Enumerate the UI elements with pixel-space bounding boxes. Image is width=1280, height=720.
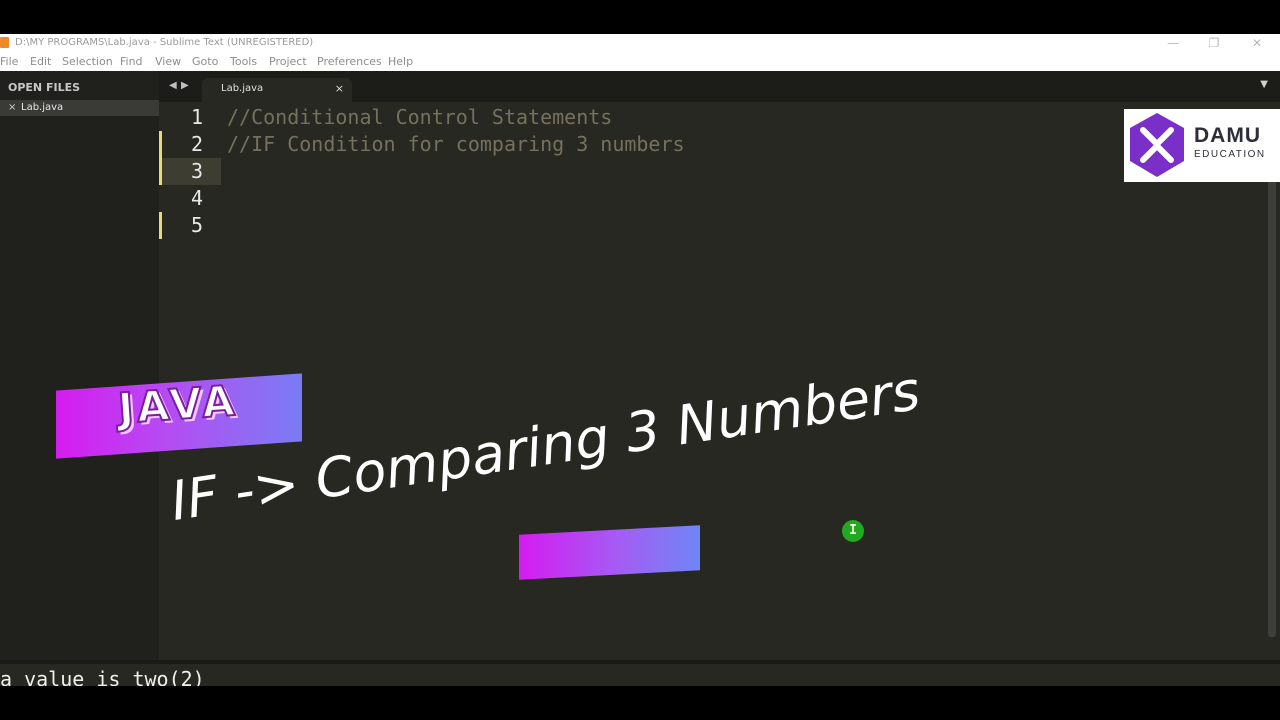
window-titlebar: D:\MY PROGRAMS\Lab.java - Sublime Text (…	[0, 34, 1280, 52]
tab-close-icon[interactable]: ×	[335, 82, 344, 95]
line-number: 3	[190, 159, 203, 183]
vertical-scrollbar[interactable]	[1268, 167, 1276, 637]
menu-tools[interactable]: Tools	[230, 52, 257, 71]
line-number: 2	[190, 132, 203, 156]
menu-selection[interactable]: Selection	[62, 52, 113, 71]
code-line-2[interactable]: //IF Condition for comparing 3 numbers	[227, 131, 685, 158]
window-title: D:\MY PROGRAMS\Lab.java - Sublime Text (…	[15, 37, 314, 48]
close-window-button[interactable]: ✕	[1247, 34, 1267, 52]
minimize-button[interactable]: —	[1163, 34, 1183, 52]
code-editor[interactable]: 1 2 3 4 5 //Conditional Control Statemen…	[159, 102, 1280, 660]
menu-goto[interactable]: Goto	[192, 52, 218, 71]
gutter-line-2: 2	[159, 131, 221, 158]
line-number: 1	[190, 105, 203, 129]
sidebar-item-lab-java[interactable]: × Lab.java	[0, 100, 159, 116]
menu-project[interactable]: Project	[269, 52, 307, 71]
code-line-1[interactable]: //Conditional Control Statements	[227, 104, 612, 131]
tab-bar: ◀ ▶ Lab.java × ▼	[159, 71, 1280, 102]
menu-preferences[interactable]: Preferences	[317, 52, 382, 71]
console-output: a value is two(2)	[0, 664, 1280, 686]
logo-text-primary: DAMU	[1194, 124, 1261, 147]
close-file-icon[interactable]: ×	[8, 100, 16, 116]
menu-file[interactable]: File	[0, 52, 18, 71]
gutter-line-5: 5	[159, 212, 221, 239]
modified-line-marker	[159, 131, 162, 158]
damu-logo-icon	[1130, 113, 1184, 177]
text-cursor-icon: I	[842, 520, 864, 542]
gutter-line-1: 1	[159, 104, 221, 131]
line-number: 5	[190, 213, 203, 237]
menu-help[interactable]: Help	[388, 52, 413, 71]
menu-find[interactable]: Find	[120, 52, 143, 71]
tab-lab-java[interactable]: Lab.java ×	[202, 78, 352, 102]
menu-view[interactable]: View	[155, 52, 181, 71]
open-files-header: OPEN FILES	[8, 81, 81, 94]
logo-text-secondary: EDUCATION	[1194, 149, 1266, 160]
damu-education-logo: DAMU EDUCATION	[1124, 109, 1280, 182]
sublime-app-icon	[0, 37, 9, 48]
modified-line-marker	[159, 158, 162, 185]
letterbox-bottom	[0, 686, 1280, 720]
sidebar-item-label: Lab.java	[21, 102, 64, 113]
sidebar: OPEN FILES × Lab.java	[0, 71, 159, 660]
modified-line-marker	[159, 212, 162, 239]
restore-button[interactable]: ❐	[1204, 34, 1224, 52]
tab-label: Lab.java	[221, 83, 264, 94]
java-badge-text: JAVA	[115, 375, 240, 434]
letterbox-top	[0, 0, 1280, 34]
tab-prev-icon[interactable]: ◀	[169, 80, 177, 91]
gutter-line-4: 4	[159, 185, 221, 212]
tab-next-icon[interactable]: ▶	[181, 80, 189, 91]
headline-accent-bar	[519, 525, 700, 580]
gutter-line-3: 3	[159, 158, 221, 185]
menu-bar: File Edit Selection Find View Goto Tools…	[0, 52, 1280, 71]
tab-list-dropdown-icon[interactable]: ▼	[1260, 79, 1268, 90]
line-number: 4	[190, 186, 203, 210]
menu-edit[interactable]: Edit	[30, 52, 51, 71]
